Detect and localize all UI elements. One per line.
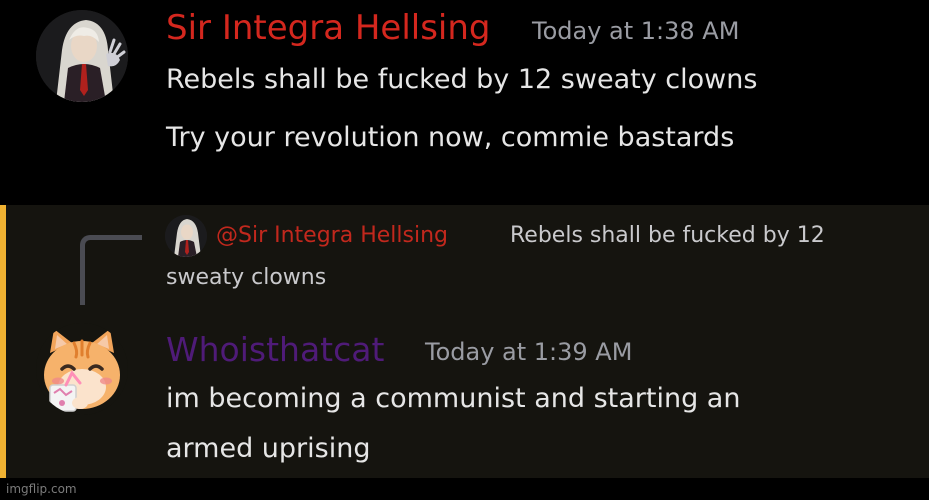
reply-connector — [80, 235, 142, 305]
timestamp: Today at 1:38 AM — [532, 17, 740, 45]
avatar[interactable] — [36, 10, 128, 102]
reply-mention[interactable]: @Sir Integra Hellsing — [216, 221, 448, 251]
avatar[interactable] — [36, 323, 128, 415]
reply-avatar[interactable] — [165, 215, 207, 257]
reply-preview-text[interactable]: sweaty clowns — [166, 263, 326, 293]
message-line: im becoming a communist and starting an — [166, 383, 741, 414]
mention-highlight-bar — [0, 205, 6, 478]
message-integra: Sir Integra Hellsing Today at 1:38 AM Re… — [0, 0, 929, 205]
white-haired-figure-avatar-icon — [165, 215, 207, 257]
message-whoisthatcat: @Sir Integra Hellsing Rebels shall be fu… — [0, 205, 929, 478]
message-line: Rebels shall be fucked by 12 sweaty clow… — [166, 64, 758, 95]
message-line: armed uprising — [166, 433, 371, 464]
author-name[interactable]: Sir Integra Hellsing — [166, 6, 491, 50]
orange-cat-drinking-avatar-icon — [36, 323, 128, 415]
white-haired-figure-avatar-icon — [36, 10, 128, 102]
watermark: imgflip.com — [6, 482, 77, 496]
message-line: Try your revolution now, commie bastards — [166, 122, 735, 153]
reply-preview-text[interactable]: Rebels shall be fucked by 12 — [510, 221, 825, 251]
timestamp: Today at 1:39 AM — [425, 338, 633, 366]
author-name[interactable]: Whoisthatcat — [166, 328, 384, 372]
chat-screenshot: Sir Integra Hellsing Today at 1:38 AM Re… — [0, 0, 929, 500]
